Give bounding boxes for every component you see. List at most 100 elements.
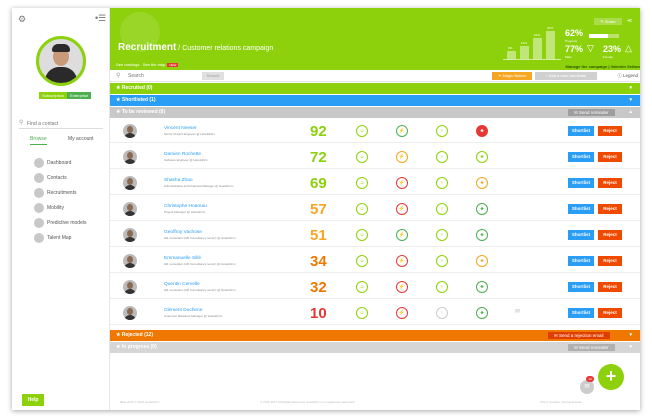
see-rankings-link[interactable]: See rankings — [116, 62, 139, 67]
team-icon[interactable]: ♣ — [476, 281, 488, 293]
tab-my-account[interactable]: My account — [68, 136, 94, 142]
shortlist-button[interactable]: Shortlist — [568, 230, 594, 240]
candidate-name[interactable]: Geoffroy Vachose — [164, 230, 202, 235]
energy-icon[interactable]: ⚡ — [396, 177, 408, 189]
see-map-link[interactable]: See the map — [143, 62, 166, 67]
idea-icon[interactable]: ♀ — [436, 281, 448, 293]
profile-icon[interactable]: ☺ — [356, 177, 368, 189]
reject-button[interactable]: Reject — [598, 204, 622, 214]
team-icon[interactable]: ♣ — [476, 125, 488, 137]
profile-icon[interactable]: ☺ — [356, 151, 368, 163]
add-candidate-button[interactable]: + Add a new candidate — [535, 72, 597, 80]
footer-right[interactable]: CGU | Cookies | Personal Data — [540, 400, 581, 404]
profile-icon[interactable]: ☺ — [356, 307, 368, 319]
sidebar-item-predictive-models[interactable]: Predictive models — [34, 218, 104, 228]
chevron-down-icon[interactable]: ▾ — [629, 330, 632, 341]
avatar[interactable] — [36, 36, 86, 86]
table-row[interactable]: Christophe Hoareau Project Manager @ Hote… — [110, 197, 640, 221]
find-contact-input[interactable] — [27, 119, 101, 128]
shortlist-button[interactable]: Shortlist — [568, 282, 594, 292]
reject-button[interactable]: Reject — [598, 308, 622, 318]
idea-icon[interactable]: ♀ — [436, 307, 448, 319]
help-button[interactable]: Help — [22, 394, 44, 406]
team-icon[interactable]: ♣ — [476, 151, 488, 163]
candidate-avatar[interactable] — [123, 202, 137, 216]
energy-icon[interactable]: ⚡ — [396, 125, 408, 137]
team-icon[interactable]: ♣ — [476, 229, 488, 241]
sidebar-item-mobility[interactable]: Mobility — [34, 203, 104, 213]
energy-icon[interactable]: ⚡ — [396, 229, 408, 241]
candidate-name[interactable]: Quentin Cervelle — [164, 282, 200, 287]
add-fab-button[interactable]: + — [598, 364, 624, 390]
candidate-avatar[interactable] — [123, 176, 137, 190]
section-in-progress[interactable]: ★ In progress (0) ✉ Send reminder ▾ — [110, 342, 640, 353]
energy-icon[interactable]: ⚡ — [396, 255, 408, 267]
table-row[interactable]: Shasha Zhao Administrative and Financial … — [110, 171, 640, 195]
candidate-avatar[interactable] — [123, 254, 137, 268]
sidebar-item-dashboard[interactable]: Dashboard — [34, 158, 104, 168]
search-button[interactable]: Search — [202, 72, 224, 80]
chevron-down-icon[interactable]: ▾ — [629, 342, 632, 353]
comment-icon[interactable]: ✉ — [515, 308, 520, 315]
team-icon[interactable]: ♣ — [476, 177, 488, 189]
energy-icon[interactable]: ⚡ — [396, 281, 408, 293]
table-row[interactable]: Vincent Neeser Senior Project Engineer @ … — [110, 119, 640, 143]
section-to-review[interactable]: ★ To be reviewed (8) ✉ Send reminder ▴ — [110, 107, 640, 118]
candidate-avatar[interactable] — [123, 228, 137, 242]
legend-button[interactable]: ⓘ Legend — [602, 72, 638, 80]
candidate-name[interactable]: Christophe Hoareau — [164, 204, 207, 209]
idea-icon[interactable]: ♀ — [436, 203, 448, 215]
send-reminder-button[interactable]: ✉ Send reminder — [568, 344, 615, 351]
shortlist-button[interactable]: Shortlist — [568, 204, 594, 214]
table-row[interactable]: Clément Duchene Customer Relations Manage… — [110, 301, 640, 325]
candidate-name[interactable]: Clément Duchene — [164, 308, 202, 313]
tab-browse[interactable]: Browse — [30, 136, 47, 145]
share-icon[interactable]: ≪ — [627, 18, 632, 24]
team-icon[interactable]: ♣ — [476, 307, 488, 319]
chat-icon[interactable]: ✉ — [580, 380, 594, 394]
shortlist-button[interactable]: Shortlist — [568, 126, 594, 136]
manage-campaign-link[interactable]: Manage the campaign | Valentin Sellam — [550, 64, 640, 69]
table-row[interactable]: Emmanuelle Sillé HR consultant (HR Consul… — [110, 249, 640, 273]
sidebar-item-contacts[interactable]: Contacts — [34, 173, 104, 183]
table-row[interactable]: Geoffroy Vachose HR consultant (HR Consul… — [110, 223, 640, 247]
idea-icon[interactable]: ♀ — [436, 177, 448, 189]
team-icon[interactable]: ♣ — [476, 203, 488, 215]
chevron-up-icon[interactable]: ▴ — [629, 107, 632, 118]
reject-button[interactable]: Reject — [598, 152, 622, 162]
sidebar-item-recruitments[interactable]: Recruitments — [34, 188, 104, 198]
send-rejection-email-button[interactable]: ✉ Send a rejection email — [548, 332, 610, 339]
share-button[interactable]: ✎ Share — [594, 18, 622, 25]
candidate-name[interactable]: Damien Rochette — [164, 152, 201, 157]
idea-icon[interactable]: ♀ — [436, 151, 448, 163]
candidate-avatar[interactable] — [123, 306, 137, 320]
send-reminder-button[interactable]: ✉ Send reminder — [568, 109, 615, 116]
section-recruited[interactable]: ★ Recruited (0) ▾ — [110, 83, 640, 94]
table-row[interactable]: Damien Rochette Software Engineer @ Hotel… — [110, 145, 640, 169]
candidate-name[interactable]: Vincent Neeser — [164, 126, 197, 131]
reject-button[interactable]: Reject — [598, 256, 622, 266]
chevron-down-icon[interactable]: ▾ — [629, 95, 632, 106]
reject-button[interactable]: Reject — [598, 126, 622, 136]
settings-icon[interactable]: ⚙ — [18, 14, 26, 25]
menu-icon[interactable]: •☰ — [95, 13, 106, 24]
magic-button[interactable]: ✦ Magic Button — [492, 72, 532, 80]
section-rejected[interactable]: ★ Rejected (12) ✉ Send a rejection email… — [110, 330, 640, 341]
chevron-down-icon[interactable]: ▾ — [629, 83, 632, 94]
shortlist-button[interactable]: Shortlist — [568, 308, 594, 318]
reject-button[interactable]: Reject — [598, 230, 622, 240]
shortlist-button[interactable]: Shortlist — [568, 152, 594, 162]
table-row[interactable]: Quentin Cervelle HR consultant (HR Consul… — [110, 275, 640, 299]
profile-icon[interactable]: ☺ — [356, 255, 368, 267]
reject-button[interactable]: Reject — [598, 178, 622, 188]
idea-icon[interactable]: ♀ — [436, 255, 448, 267]
energy-icon[interactable]: ⚡ — [396, 203, 408, 215]
energy-icon[interactable]: ⚡ — [396, 151, 408, 163]
profile-icon[interactable]: ☺ — [356, 229, 368, 241]
profile-icon[interactable]: ☺ — [356, 281, 368, 293]
sidebar-item-talent-map[interactable]: Talent Map — [34, 233, 104, 243]
candidate-avatar[interactable] — [123, 124, 137, 138]
team-icon[interactable]: ♣ — [476, 255, 488, 267]
energy-icon[interactable]: ⚡ — [396, 307, 408, 319]
idea-icon[interactable]: ♀ — [436, 125, 448, 137]
